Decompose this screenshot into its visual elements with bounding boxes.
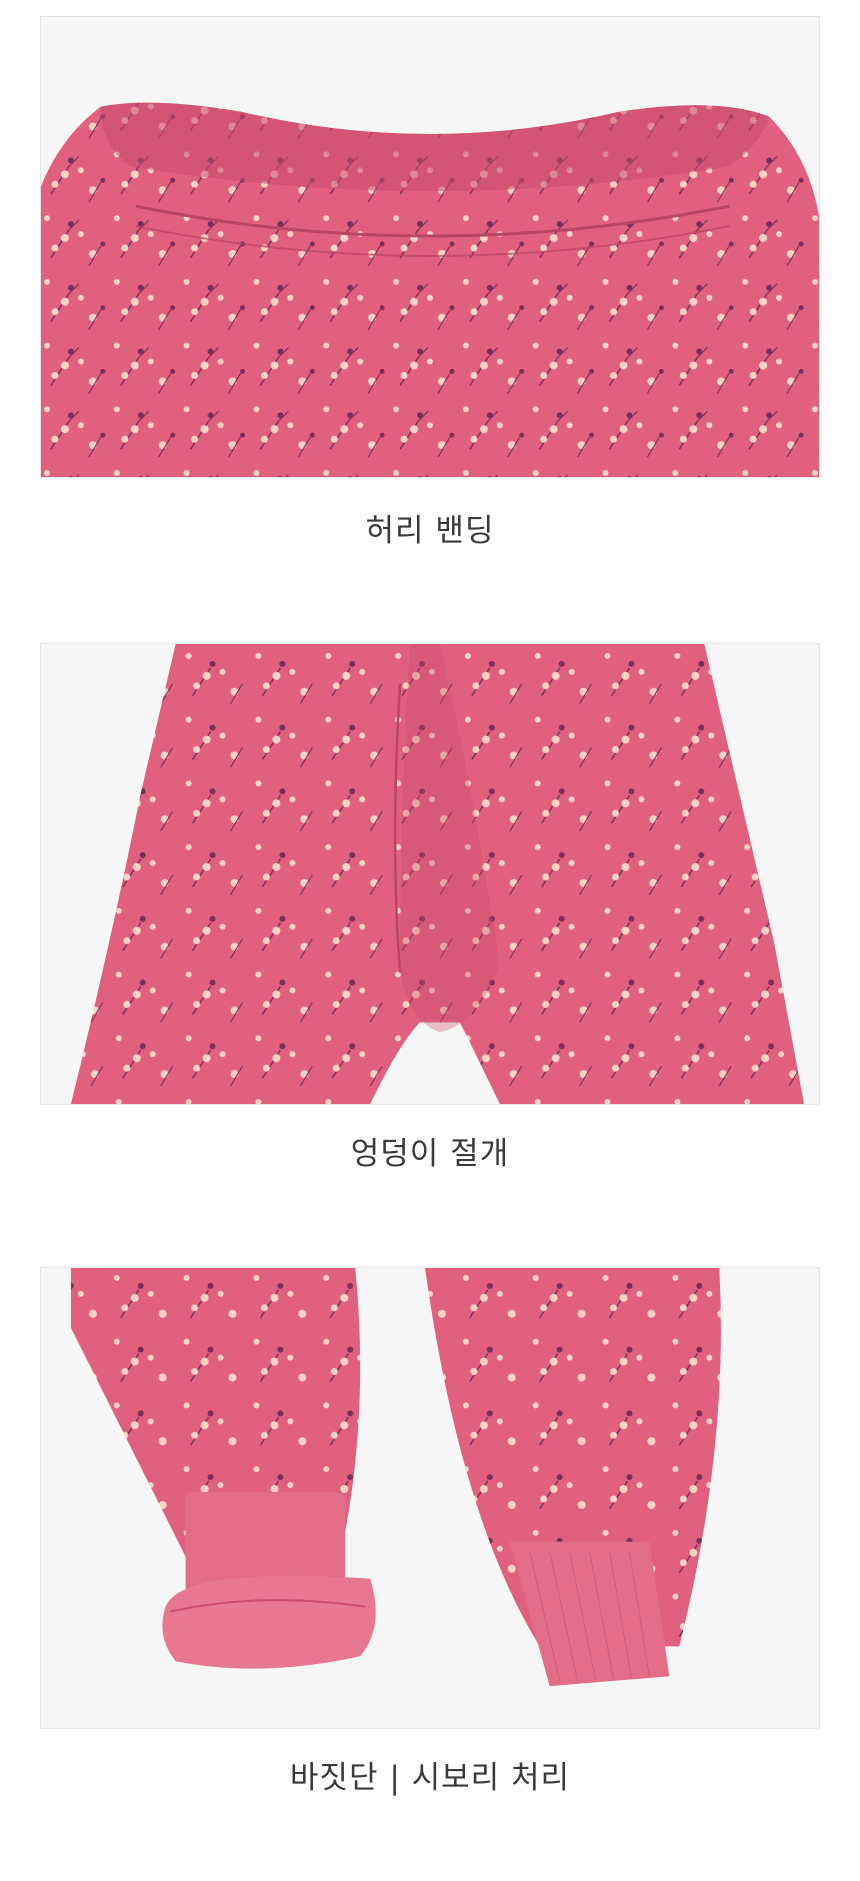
rib-cuff-photo-icon	[41, 1268, 819, 1728]
hip-seam-photo-icon	[41, 644, 819, 1104]
waistband-photo-icon	[41, 17, 819, 477]
rib-cuff-photo	[40, 1267, 820, 1729]
caption-rib-cuff: 바짓단 | 시보리 처리	[289, 1760, 571, 1796]
waistband-photo	[40, 16, 820, 478]
hip-seam-photo	[40, 643, 820, 1105]
caption-waistband: 허리 밴딩	[365, 513, 495, 549]
caption-hip-seam: 엉덩이 절개	[350, 1136, 510, 1172]
